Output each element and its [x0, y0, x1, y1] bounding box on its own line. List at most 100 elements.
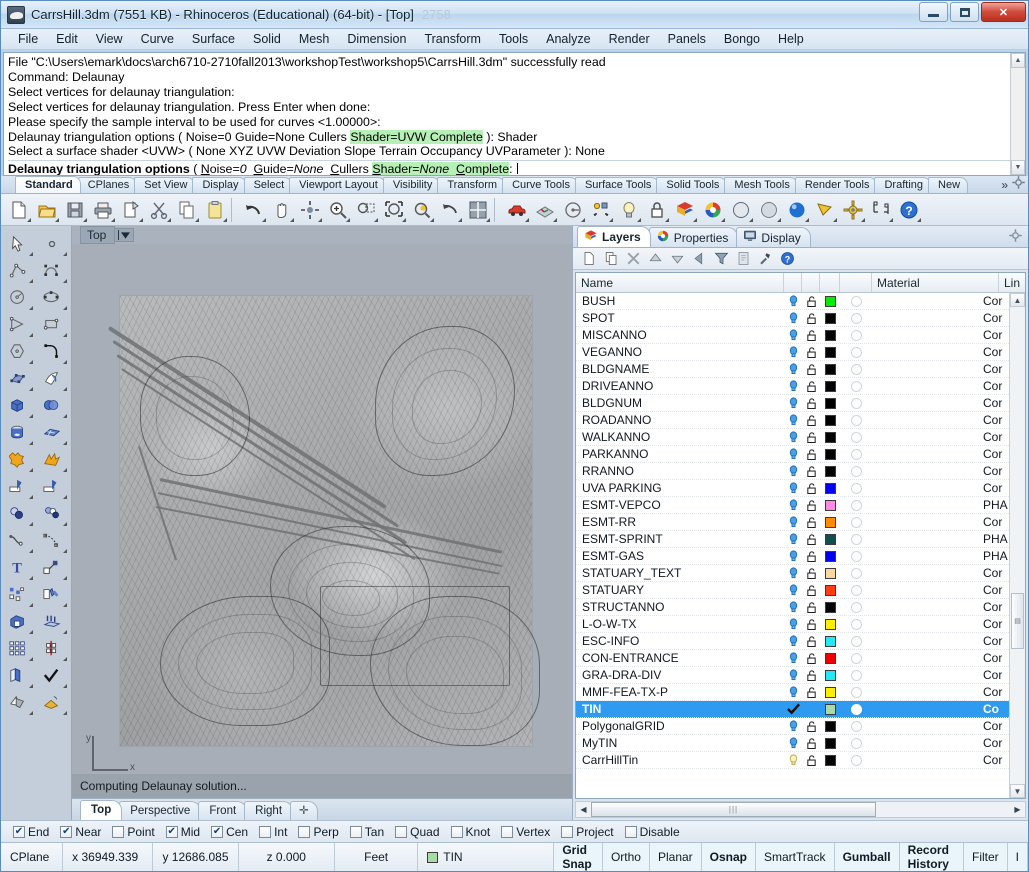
- layer-material-sphere[interactable]: [840, 414, 872, 426]
- layer-color-swatch[interactable]: [820, 431, 840, 443]
- layer-material-sphere[interactable]: [840, 346, 872, 358]
- column-header-lock[interactable]: [802, 273, 820, 292]
- layer-material-sphere[interactable]: [840, 380, 872, 392]
- layer-color-swatch[interactable]: [820, 363, 840, 375]
- render-cone-icon[interactable]: [811, 196, 838, 223]
- layer-color-swatch[interactable]: [820, 601, 840, 613]
- layer-linetype[interactable]: Cor: [983, 328, 1009, 342]
- layer-linetype[interactable]: Cor: [983, 447, 1009, 461]
- layer-visibility-bulb-icon[interactable]: [784, 482, 802, 494]
- layer-color-swatch[interactable]: [820, 499, 840, 511]
- toolbar-tab-surface-tools[interactable]: Surface Tools: [574, 177, 660, 193]
- close-button[interactable]: ✕: [981, 2, 1026, 22]
- layer-material-sphere[interactable]: [840, 431, 872, 443]
- panel-tab-layers[interactable]: Layers: [577, 226, 651, 247]
- layer-visibility-bulb-icon[interactable]: [784, 312, 802, 324]
- layer-color-swatch[interactable]: [820, 754, 840, 766]
- command-history-scrollbar[interactable]: ▲ ▼: [1010, 53, 1025, 175]
- layer-name[interactable]: ESMT-SPRINT: [576, 532, 784, 546]
- check-object-icon[interactable]: [36, 662, 68, 689]
- layer-name[interactable]: SPOT: [576, 311, 784, 325]
- layer-color-swatch[interactable]: [820, 380, 840, 392]
- layer-row[interactable]: ESMT-GAS PHA: [576, 548, 1009, 565]
- toolbar-tab-drafting[interactable]: Drafting: [874, 177, 932, 193]
- layer-row[interactable]: VEGANNO Cor: [576, 344, 1009, 361]
- layer-color-swatch[interactable]: [820, 346, 840, 358]
- layer-linetype[interactable]: PHA: [983, 549, 1009, 563]
- select-arrow-icon[interactable]: [2, 230, 34, 257]
- prompt-opt-noise[interactable]: Noise=0: [201, 162, 247, 175]
- triangle-polygon-icon[interactable]: [2, 311, 34, 338]
- help-icon[interactable]: ?: [895, 196, 922, 223]
- rectangle-icon[interactable]: [36, 311, 68, 338]
- prompt-opt-cullers[interactable]: Cullers: [330, 162, 369, 175]
- print-icon[interactable]: [89, 196, 116, 223]
- cylinder-icon[interactable]: [2, 419, 34, 446]
- layer-name[interactable]: CON-ENTRANCE: [576, 651, 784, 665]
- osnap-near[interactable]: Near: [60, 825, 101, 839]
- layer-visibility-bulb-icon[interactable]: [784, 499, 802, 511]
- layer-name[interactable]: WALKANNO: [576, 430, 784, 444]
- layer-visibility-bulb-icon[interactable]: [784, 465, 802, 477]
- layer-visibility-bulb-icon[interactable]: [784, 720, 802, 732]
- column-header-visibility[interactable]: [784, 273, 802, 292]
- menu-item-solid[interactable]: Solid: [244, 30, 290, 48]
- layer-name[interactable]: UVA PARKING: [576, 481, 784, 495]
- layer-color-swatch[interactable]: [820, 550, 840, 562]
- osnap-checkbox[interactable]: [13, 825, 25, 838]
- viewport-tab-front[interactable]: Front: [198, 801, 248, 820]
- toolbar-tab-select[interactable]: Select: [243, 177, 293, 193]
- status-toggle-osnap[interactable]: Osnap: [701, 843, 756, 871]
- layer-lock-icon[interactable]: [802, 346, 820, 358]
- scroll-down-icon[interactable]: ▼: [1011, 160, 1025, 175]
- layer-material-sphere[interactable]: [840, 737, 872, 749]
- rotate-view-icon[interactable]: [296, 196, 323, 223]
- array-icon[interactable]: [2, 581, 34, 608]
- layer-lock-icon[interactable]: [802, 601, 820, 613]
- status-toggle-grid-snap[interactable]: Grid Snap: [554, 843, 603, 871]
- duplicate-layer-icon[interactable]: [601, 249, 621, 268]
- layer-row[interactable]: ESC-INFO Cor: [576, 633, 1009, 650]
- trim-icon[interactable]: [2, 473, 34, 500]
- rotate-icon[interactable]: [36, 581, 68, 608]
- status-current-layer[interactable]: TIN: [418, 843, 555, 871]
- layer-lock-icon[interactable]: [802, 329, 820, 341]
- layer-visibility-bulb-icon[interactable]: [784, 448, 802, 460]
- scroll-right-icon[interactable]: ▶: [1010, 802, 1025, 817]
- circle-icon[interactable]: [2, 284, 34, 311]
- hscroll-track[interactable]: |||: [591, 802, 1010, 817]
- layer-lock-icon[interactable]: [802, 669, 820, 681]
- layer-name[interactable]: STRUCTANNO: [576, 600, 784, 614]
- zoom-extents-icon[interactable]: [380, 196, 407, 223]
- toolbar-tab-solid-tools[interactable]: Solid Tools: [656, 177, 728, 193]
- layer-linetype[interactable]: Cor: [983, 396, 1009, 410]
- layer-linetype[interactable]: Cor: [983, 464, 1009, 478]
- light-bulb-icon[interactable]: [615, 196, 642, 223]
- column-header-matsphere[interactable]: [840, 273, 872, 292]
- dimension-icon[interactable]: [867, 196, 894, 223]
- layer-visibility-bulb-icon[interactable]: [784, 601, 802, 613]
- layer-lock-icon[interactable]: [802, 312, 820, 324]
- layer-linetype[interactable]: PHA: [983, 532, 1009, 546]
- layer-color-swatch[interactable]: [820, 618, 840, 630]
- prompt-opt-shader[interactable]: Shader=None Complete: [372, 162, 510, 175]
- layer-row[interactable]: DRIVEANNO Cor: [576, 378, 1009, 395]
- layer-name[interactable]: TIN: [576, 702, 784, 716]
- zoom-in-icon[interactable]: [324, 196, 351, 223]
- layer-visibility-bulb-icon[interactable]: [784, 397, 802, 409]
- layer-material-sphere[interactable]: [840, 550, 872, 562]
- panel-tab-properties[interactable]: Properties: [648, 227, 739, 247]
- layer-color-swatch[interactable]: [820, 635, 840, 647]
- layer-material-sphere[interactable]: [840, 499, 872, 511]
- shaded-sphere-icon[interactable]: [727, 196, 754, 223]
- undo-view-icon[interactable]: [436, 196, 463, 223]
- layer-row[interactable]: CON-ENTRANCE Cor: [576, 650, 1009, 667]
- layer-row[interactable]: BUSH Cor: [576, 293, 1009, 310]
- layer-visibility-bulb-icon[interactable]: [784, 516, 802, 528]
- layer-name[interactable]: CarrHillTin: [576, 753, 784, 767]
- options-gear-icon[interactable]: [839, 196, 866, 223]
- toolbar-options-gear-icon[interactable]: [1012, 176, 1025, 192]
- move-layer-down-icon[interactable]: [667, 249, 687, 268]
- layer-name[interactable]: PolygonalGRID: [576, 719, 784, 733]
- osnap-vertex[interactable]: Vertex: [501, 825, 550, 839]
